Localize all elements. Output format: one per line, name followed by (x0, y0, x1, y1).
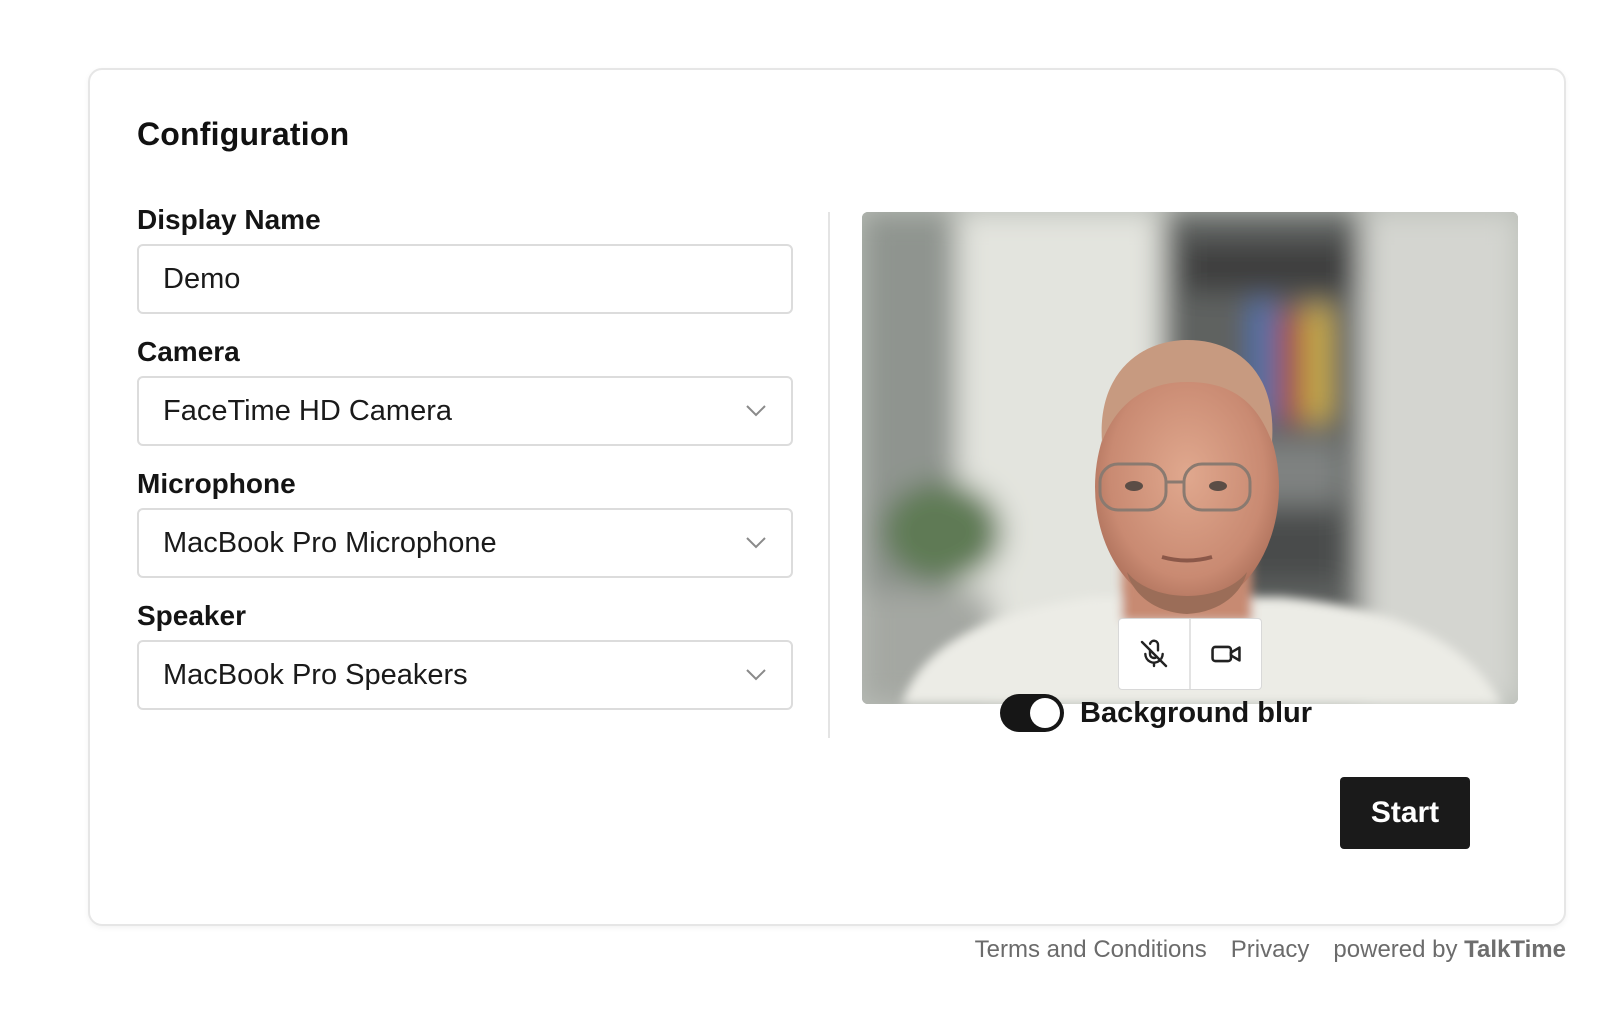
mic-off-icon (1140, 639, 1168, 668)
background-blur-label: Background blur (1080, 696, 1313, 729)
media-controls (1118, 618, 1262, 690)
speaker-label: Speaker (137, 600, 246, 631)
camera-label: Camera (137, 336, 240, 367)
microphone-selected-value: MacBook Pro Microphone (163, 526, 497, 559)
display-name-input[interactable]: Demo (137, 244, 793, 314)
microphone-select[interactable]: MacBook Pro Microphone (137, 508, 793, 578)
chevron-down-icon (746, 669, 766, 681)
display-name-value: Demo (163, 262, 241, 295)
chevron-down-icon (746, 537, 766, 549)
powered-by-text: powered by (1333, 936, 1458, 963)
video-camera-icon (1211, 645, 1241, 663)
speaker-selected-value: MacBook Pro Speakers (163, 658, 468, 691)
chevron-down-icon (746, 405, 766, 417)
configuration-card: Configuration Display Name Demo Camera F… (88, 68, 1566, 926)
camera-selected-value: FaceTime HD Camera (163, 394, 452, 427)
powered-by: powered by TalkTime (1333, 936, 1566, 964)
display-name-label: Display Name (137, 204, 321, 235)
footer: Terms and Conditions Privacy powered by … (975, 936, 1566, 964)
camera-select[interactable]: FaceTime HD Camera (137, 376, 793, 446)
column-divider (828, 212, 830, 738)
page-title: Configuration (137, 116, 350, 152)
privacy-link[interactable]: Privacy (1231, 936, 1310, 964)
toggle-camera-button[interactable] (1189, 619, 1261, 689)
start-button[interactable]: Start (1340, 777, 1470, 849)
video-preview (862, 212, 1518, 704)
terms-link[interactable]: Terms and Conditions (975, 936, 1207, 964)
brand-name: TalkTime (1464, 936, 1566, 963)
speaker-select[interactable]: MacBook Pro Speakers (137, 640, 793, 710)
toggle-knob (1030, 698, 1060, 728)
background-blur-toggle[interactable] (1000, 694, 1064, 732)
toggle-microphone-button[interactable] (1119, 619, 1189, 689)
microphone-label: Microphone (137, 468, 296, 499)
background-blur-row: Background blur (1000, 694, 1312, 732)
